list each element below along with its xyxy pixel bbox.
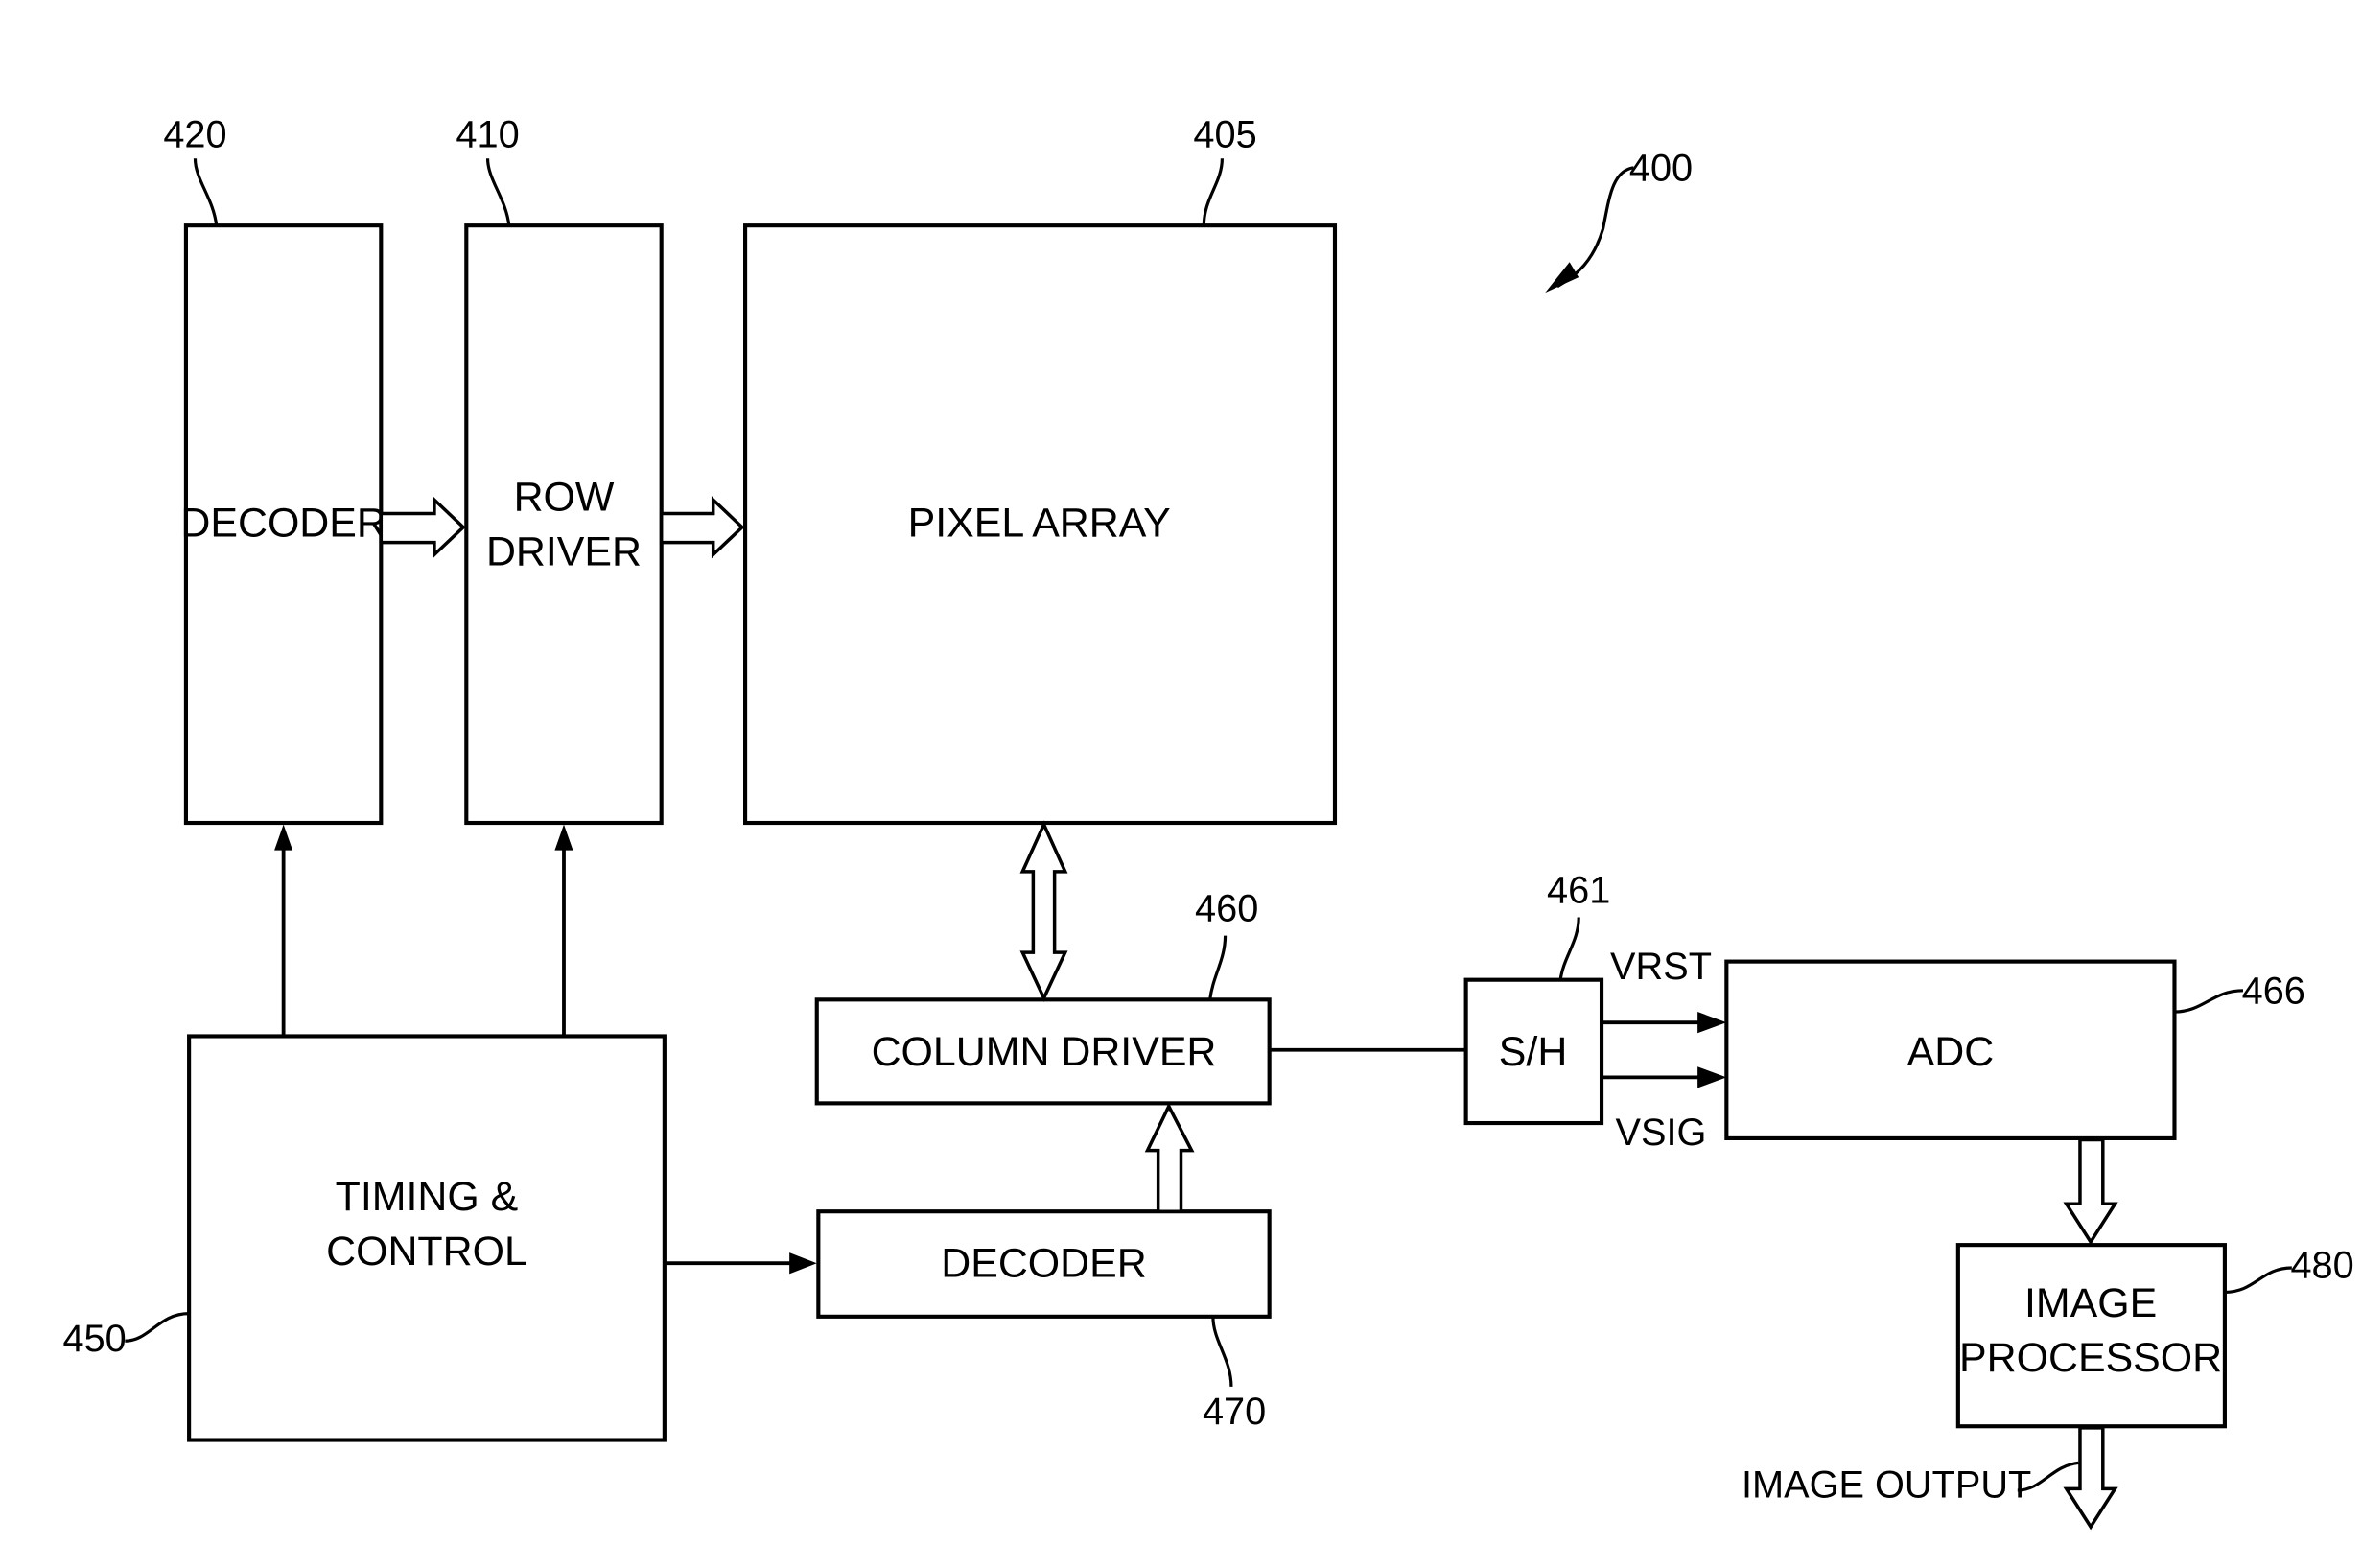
column-decoder-ref: 470: [1203, 1391, 1266, 1433]
sample-hold-label: S/H: [1499, 1029, 1567, 1075]
figure-reference: 400: [1545, 147, 1693, 293]
sample-hold-block: S/H 461: [1463, 870, 1610, 1126]
pixel-array-ref-leader: [1202, 158, 1224, 226]
row-driver-label-line2: DRIVER: [486, 529, 642, 575]
adc-to-image-processor-bus-arrow-icon: [2063, 1137, 2118, 1246]
column-driver-ref-leader: [1208, 935, 1228, 1000]
timing-control-ref: 450: [62, 1318, 126, 1360]
row-driver-ref-leader: [485, 158, 511, 226]
decoder-to-row-driver-bus-arrow-icon: [379, 496, 466, 559]
adc-label: ADC: [1907, 1029, 1995, 1075]
pixel-array-label: PIXEL ARRAY: [908, 501, 1171, 547]
vsig-arrowhead-icon: [1697, 1066, 1727, 1088]
column-driver-ref: 460: [1195, 888, 1258, 930]
row-driver-box: [464, 223, 664, 826]
row-driver-label-line1: ROW: [514, 474, 615, 520]
column-driver-label: COLUMN DRIVER: [872, 1029, 1217, 1075]
vrst-arrowhead-icon: [1697, 1012, 1727, 1034]
vrst-label: VRST: [1610, 946, 1712, 988]
adc-block: ADC 466: [1724, 959, 2305, 1140]
sample-hold-ref-leader: [1558, 917, 1580, 980]
adc-ref-leader: [2174, 989, 2243, 1014]
figure-ref-label: 400: [1629, 147, 1693, 189]
image-processor-ref: 480: [2290, 1244, 2353, 1286]
image-processor-label-line2: PROCESSOR: [1959, 1335, 2222, 1381]
image-processor-block: IMAGE PROCESSOR 480: [1955, 1243, 2354, 1429]
column-decoder-to-column-driver-bus-arrow-icon: [1144, 1102, 1195, 1213]
timing-control-label-line2: CONTROL: [326, 1229, 527, 1275]
image-processor-ref-leader: [2224, 1266, 2292, 1294]
block-diagram: 400 DECODER 420 ROW DRIVER 410 PIXEL ARR…: [62, 114, 2354, 1531]
pixel-array-column-driver-bidirectional-arrow-icon: [1019, 820, 1068, 1002]
timing-to-column-decoder-arrowhead-icon: [789, 1252, 817, 1275]
column-decoder-ref-leader: [1211, 1316, 1233, 1387]
column-decoder-label: DECODER: [941, 1241, 1146, 1287]
timing-to-row-decoder-arrowhead-icon: [274, 824, 293, 851]
image-output-bus-arrow-icon: [2063, 1426, 2118, 1531]
timing-control-ref-leader: [125, 1312, 190, 1343]
row-decoder-label: DECODER: [180, 501, 386, 547]
row-decoder-block: DECODER 420: [163, 114, 386, 826]
row-decoder-ref-leader: [193, 158, 219, 226]
pixel-array-ref: 405: [1193, 114, 1256, 156]
figure-ref-arrowhead-icon: [1545, 262, 1579, 293]
image-output-label: IMAGE OUTPUT: [1742, 1463, 2031, 1506]
adc-ref: 466: [2242, 970, 2305, 1012]
sample-hold-ref: 461: [1547, 870, 1610, 912]
image-processor-label-line1: IMAGE: [2024, 1280, 2157, 1326]
row-driver-to-pixel-array-bus-arrow-icon: [659, 496, 745, 559]
row-decoder-ref: 420: [163, 114, 226, 156]
row-driver-block: ROW DRIVER 410: [456, 114, 664, 826]
vsig-label: VSIG: [1616, 1112, 1707, 1154]
row-driver-ref: 410: [456, 114, 519, 156]
timing-control-label-line1: TIMING &: [336, 1174, 519, 1220]
timing-control-block: TIMING & CONTROL 450: [62, 1034, 667, 1442]
pixel-array-block: PIXEL ARRAY 405: [743, 114, 1338, 826]
timing-to-row-driver-arrowhead-icon: [554, 824, 573, 851]
column-decoder-block: DECODER 470: [816, 1209, 1272, 1433]
